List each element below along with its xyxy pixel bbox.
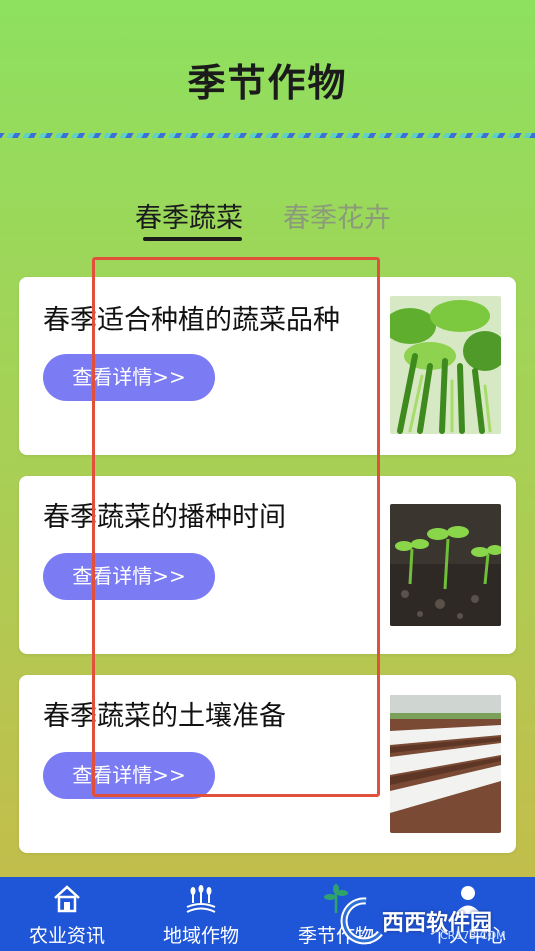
plastic-mulch-field-photo: [390, 695, 501, 833]
category-tabs: 春季蔬菜 春季花卉: [0, 196, 535, 246]
wheat-field-icon: [185, 883, 217, 915]
leafy-vegetable-photo: [390, 296, 501, 434]
active-tab-indicator: [143, 237, 242, 241]
watermark-subtext: CR173.COM: [440, 929, 506, 942]
page-title: 季节作物: [187, 61, 348, 105]
nav-label: 农业资讯: [28, 925, 105, 947]
house-icon: [51, 883, 83, 915]
tab-spring-vegetables[interactable]: 春季蔬菜: [135, 196, 243, 235]
nav-item-regional-crops[interactable]: 地域作物: [141, 877, 261, 951]
highlight-annotation-box: [92, 257, 380, 797]
nav-label: 地域作物: [162, 925, 239, 947]
site-watermark: 西西软件园 CR173.COM: [336, 893, 520, 945]
header-divider: [0, 133, 535, 138]
tab-spring-flowers[interactable]: 春季花卉: [283, 196, 391, 235]
seedlings-soil-photo: [390, 504, 501, 626]
nav-item-agri-news[interactable]: 农业资讯: [7, 877, 127, 951]
